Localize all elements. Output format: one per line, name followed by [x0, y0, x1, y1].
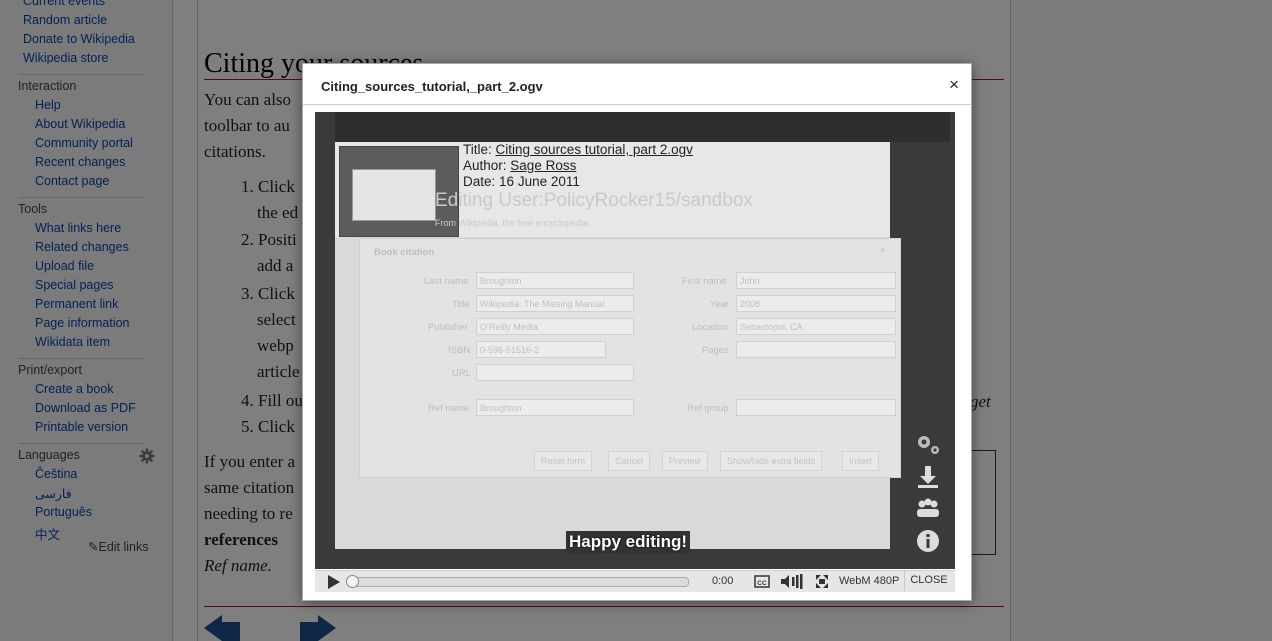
- video-meta-date: Date: 16 June 2011: [463, 174, 580, 189]
- ghost-close-icon: ×: [880, 245, 886, 256]
- video-top-strip: [335, 112, 950, 142]
- ghost-button: Show/hide extra fields: [720, 451, 823, 471]
- video-meta-author: Author: Sage Ross: [463, 158, 576, 173]
- video-ghost-form: Book citation × Last name Broughton Firs…: [359, 238, 901, 478]
- video-controls: 0:00 CC WebM 480P CLOSE: [315, 570, 955, 592]
- ghost-label: ISBN: [448, 345, 471, 356]
- video-player[interactable]: Title: Citing sources tutorial, part 2.o…: [315, 112, 955, 569]
- ghost-label: Year: [710, 299, 730, 310]
- ghost-label: Publisher: [428, 322, 468, 333]
- video-subtitle: Happy editing!: [566, 531, 691, 553]
- meta-title-link[interactable]: Citing sources tutorial, part 2.ogv: [496, 142, 693, 157]
- ghost-input: Broughton: [476, 399, 634, 416]
- svg-text:CC: CC: [757, 580, 767, 587]
- info-icon[interactable]: [913, 528, 943, 554]
- ghost-label: Title: [452, 299, 470, 310]
- seek-bar[interactable]: [349, 577, 689, 587]
- quality-selector[interactable]: WebM 480P: [839, 575, 899, 587]
- fullscreen-icon[interactable]: [815, 574, 829, 589]
- video-ghost-page-sub: From Wikipedia, the free encyclopedia: [435, 218, 589, 228]
- media-viewer-dialog: Citing_sources_tutorial,_part_2.ogv × Ti…: [302, 63, 972, 601]
- player-close-button[interactable]: CLOSE: [904, 570, 953, 591]
- ghost-form-title: Book citation: [374, 247, 435, 258]
- share-people-icon[interactable]: [913, 496, 943, 522]
- ghost-input: [736, 399, 896, 416]
- dialog-close-button[interactable]: ×: [949, 75, 959, 95]
- ghost-button: Preview: [662, 451, 709, 471]
- ghost-button: Reset form: [534, 451, 593, 471]
- download-icon[interactable]: [913, 464, 943, 490]
- ghost-label: URL: [452, 368, 472, 379]
- closed-captions-icon[interactable]: CC: [754, 574, 770, 589]
- ghost-input: 2008: [736, 295, 896, 312]
- thumbnail-form-image: [352, 169, 436, 221]
- ghost-input: 0-596-51516-2: [476, 341, 606, 358]
- video-frame: Title: Citing sources tutorial, part 2.o…: [335, 142, 901, 549]
- ghost-input: Sebastopol, CA: [736, 318, 896, 335]
- ghost-input: [476, 364, 634, 381]
- ghost-input: [736, 341, 896, 358]
- meta-title-label: Title:: [463, 142, 492, 157]
- seek-handle[interactable]: [346, 575, 359, 588]
- settings-gears-icon[interactable]: [913, 432, 943, 458]
- time-display: 0:00: [712, 575, 734, 587]
- play-icon[interactable]: [325, 574, 341, 590]
- video-meta-title: Title: Citing sources tutorial, part 2.o…: [463, 142, 693, 157]
- ghost-label: Pages: [702, 345, 729, 356]
- ghost-input: John: [736, 272, 896, 289]
- ghost-button: Insert: [842, 451, 879, 471]
- dialog-header-divider: [303, 104, 971, 105]
- ghost-input: Broughton: [476, 272, 634, 289]
- meta-date-label: Date:: [463, 174, 496, 189]
- ghost-button: Cancel: [608, 451, 651, 471]
- ghost-label: Last name: [424, 276, 469, 287]
- ghost-label: First name: [682, 276, 727, 287]
- meta-date-value: 16 June 2011: [499, 174, 580, 189]
- video-info-panel: Title: Citing sources tutorial, part 2.o…: [335, 142, 890, 237]
- meta-author-link[interactable]: Sage Ross: [510, 158, 576, 173]
- ghost-label: Ref name: [428, 403, 470, 414]
- ghost-label: Ref group: [687, 403, 729, 414]
- ghost-label: Location: [692, 322, 728, 333]
- dialog-title: Citing_sources_tutorial,_part_2.ogv: [321, 79, 543, 94]
- video-ghost-page-title: Editing User:PolicyRocker15/sandbox: [435, 190, 753, 211]
- meta-author-label: Author:: [463, 158, 507, 173]
- ghost-input: Wikipedia: The Missing Manual: [476, 295, 634, 312]
- volume-icon[interactable]: [780, 574, 806, 589]
- ghost-input: O'Reilly Media: [476, 318, 634, 335]
